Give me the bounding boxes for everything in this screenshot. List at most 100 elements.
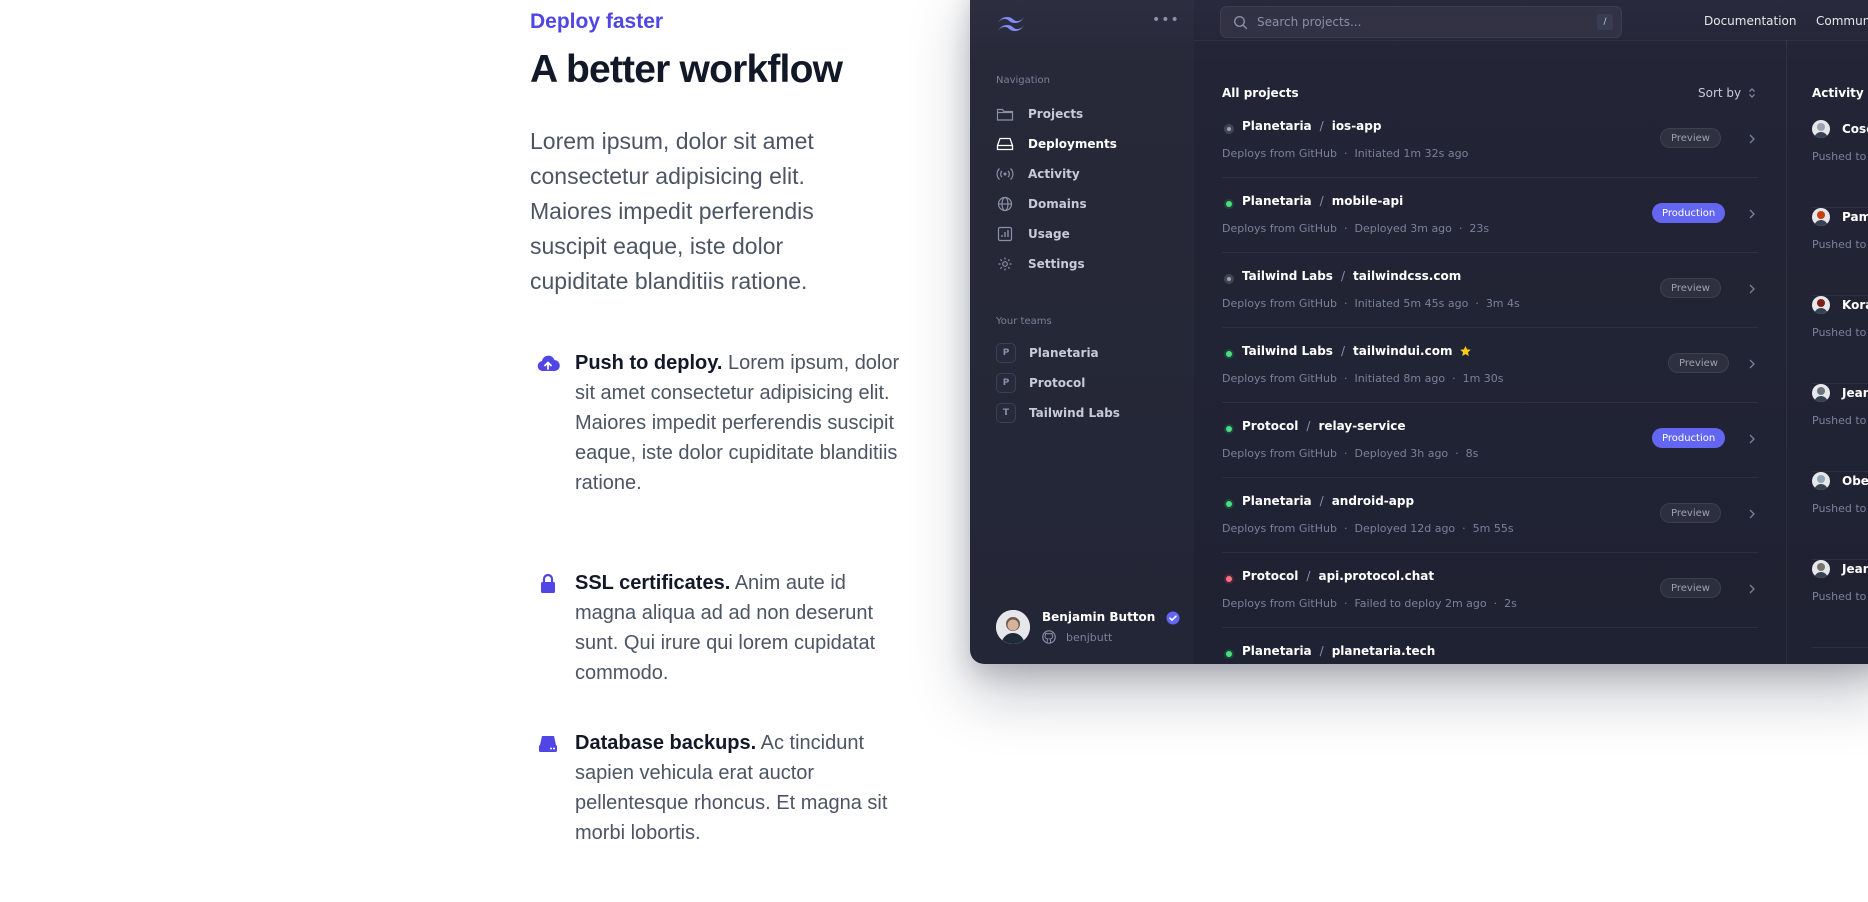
status-dot: [1224, 649, 1234, 659]
deploy-meta: Deploys from GitHub · Initiated 8m ago · 1m …: [1222, 372, 1504, 385]
star-icon: [1460, 345, 1472, 356]
meta-separator: ·: [1343, 372, 1348, 385]
search-bar[interactable]: /: [1220, 6, 1622, 38]
team-label: Protocol: [1029, 376, 1086, 390]
user-name: Benjamin Button: [1042, 610, 1156, 624]
chevron-right-icon[interactable]: [1748, 583, 1756, 595]
chevron-right-icon[interactable]: [1748, 433, 1756, 445]
chart-bar-icon: [997, 226, 1013, 242]
deploy-meta: Deploys from GitHub · Initiated 1m 32s ago: [1222, 147, 1468, 160]
project-name: Planetaria / android-app: [1242, 494, 1414, 508]
sidebar-item-projects[interactable]: Projects: [996, 102, 1176, 126]
feature-title: Database backups.: [575, 732, 757, 754]
sort-by-label: Sort by: [1698, 86, 1742, 100]
project-name: Protocol / relay-service: [1242, 419, 1406, 433]
meta-separator: ·: [1343, 222, 1348, 235]
deploy-source: Deploys from GitHub: [1222, 222, 1337, 235]
chevron-right-icon[interactable]: [1748, 208, 1756, 220]
table-row[interactable]: Protocol / relay-service Deploys from GitHu…: [1222, 403, 1758, 478]
search-input[interactable]: [1257, 7, 1587, 37]
table-row[interactable]: Planetaria / ios-app Deploys from GitHub · In…: [1222, 103, 1758, 178]
deploy-info: Initiated 5m 45s ago: [1354, 297, 1469, 310]
sidebar-item-label: Activity: [1028, 167, 1080, 181]
sidebar-item-settings[interactable]: Settings: [996, 252, 1176, 276]
meta-separator: ·: [1343, 447, 1348, 460]
list-item[interactable]: Cosette Pushed to: [1812, 120, 1868, 208]
table-row[interactable]: Tailwind Labs / tailwindui.com Deploys from…: [1222, 328, 1758, 403]
project-slug: android-app: [1331, 494, 1415, 508]
table-row[interactable]: Tailwind Labs / tailwindcss.com Deploys fro…: [1222, 253, 1758, 328]
feed-user-name: Cosette: [1842, 122, 1868, 136]
team-label: Tailwind Labs: [1029, 406, 1120, 420]
team-name: Planetaria: [1242, 644, 1312, 658]
table-row[interactable]: Planetaria / mobile-api Deploys from GitHub…: [1222, 178, 1758, 253]
team-item-protocol[interactable]: P Protocol: [996, 372, 1085, 394]
path-separator: /: [1306, 419, 1311, 433]
feed-user-name: Kora: [1842, 298, 1868, 312]
app-sidebar: ••• Navigation Projects Deployments Acti…: [970, 0, 1194, 664]
deploy-source: Deploys from GitHub: [1222, 597, 1337, 610]
chevron-right-icon[interactable]: [1748, 283, 1756, 295]
status-dot: [1224, 424, 1234, 434]
project-name: Planetaria / ios-app: [1242, 119, 1381, 133]
feed-description: Pushed to: [1812, 238, 1867, 251]
chevron-right-icon[interactable]: [1748, 133, 1756, 145]
feature-text: Push to deploy. Lorem ipsum, dolor sit a…: [575, 348, 900, 498]
table-row[interactable]: Planetaria / planetaria.tech: [1222, 628, 1758, 664]
list-item[interactable]: Kora Pushed to: [1812, 296, 1868, 384]
folder-icon: [996, 108, 1014, 121]
lock-icon: [541, 573, 555, 593]
path-separator: /: [1340, 344, 1345, 358]
globe-icon: [997, 196, 1013, 212]
sidebar-item-usage[interactable]: Usage: [996, 222, 1176, 246]
project-slug: tailwindcss.com: [1353, 269, 1462, 283]
logo-icon[interactable]: [996, 14, 1026, 34]
project-slug: tailwindui.com: [1353, 344, 1453, 358]
status-dot: [1224, 349, 1234, 359]
team-item-planetaria[interactable]: P Planetaria: [996, 342, 1099, 364]
feature-text: SSL certificates. Anim aute id magna ali…: [575, 568, 900, 688]
team-item-tailwind-labs[interactable]: T Tailwind Labs: [996, 402, 1120, 424]
list-item[interactable]: Oberon Pushed to: [1812, 472, 1868, 560]
sidebar-item-activity[interactable]: Activity: [996, 162, 1176, 186]
path-separator: /: [1319, 194, 1324, 208]
user-profile[interactable]: Benjamin Button benjbutt: [996, 608, 1186, 648]
deploy-source: Deploys from GitHub: [1222, 447, 1337, 460]
list-item[interactable]: Pamela Pushed to: [1812, 208, 1868, 296]
project-slug: api.protocol.chat: [1318, 569, 1435, 583]
environment-badge: Preview: [1668, 353, 1729, 373]
team-name: Planetaria: [1242, 494, 1312, 508]
list-item[interactable]: Jean Pushed to: [1812, 384, 1868, 472]
status-dot: [1224, 199, 1234, 209]
sort-by-button[interactable]: Sort by: [1698, 86, 1757, 100]
sidebar-item-domains[interactable]: Domains: [996, 192, 1176, 216]
app-window: ••• Navigation Projects Deployments Acti…: [970, 0, 1868, 664]
project-slug: relay-service: [1318, 419, 1406, 433]
header-divider: [1194, 40, 1868, 41]
project-slug: mobile-api: [1331, 194, 1404, 208]
team-label: Planetaria: [1029, 346, 1099, 360]
search-icon: [1233, 15, 1248, 30]
feed-user-name: Pamela: [1842, 210, 1868, 224]
feed-description: Pushed to: [1812, 414, 1867, 427]
deploy-source: Deploys from GitHub: [1222, 297, 1337, 310]
team-name: Planetaria: [1242, 119, 1312, 133]
chevron-right-icon[interactable]: [1748, 358, 1756, 370]
team-name: Protocol: [1242, 419, 1299, 433]
documentation-link[interactable]: Documentation: [1704, 14, 1797, 28]
table-row[interactable]: Protocol / api.protocol.chat Deploys from G…: [1222, 553, 1758, 628]
deploy-meta: Deploys from GitHub · Failed to deploy 2m …: [1222, 597, 1517, 610]
sidebar-item-label: Domains: [1028, 197, 1087, 211]
feature-title: Push to deploy.: [575, 352, 723, 374]
table-row[interactable]: Planetaria / android-app Deploys from GitHu…: [1222, 478, 1758, 553]
more-options-icon[interactable]: •••: [1152, 12, 1180, 28]
community-link[interactable]: Community: [1816, 14, 1868, 28]
gear-icon: [998, 257, 1012, 271]
feed-user-name: Jean: [1842, 386, 1868, 400]
deploy-info: Deployed 3m ago: [1354, 222, 1452, 235]
team-name: Protocol: [1242, 569, 1299, 583]
chevron-right-icon[interactable]: [1748, 508, 1756, 520]
sidebar-item-deployments[interactable]: Deployments: [996, 132, 1176, 156]
eyebrow: Deploy faster: [530, 10, 664, 33]
list-item[interactable]: Jean Pushed to: [1812, 560, 1868, 648]
